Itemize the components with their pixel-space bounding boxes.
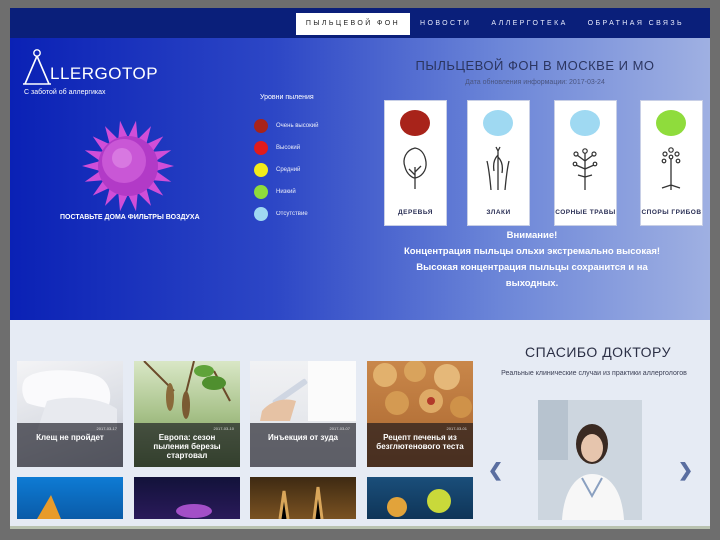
tree-icon	[403, 147, 427, 189]
mite-image	[37, 495, 61, 519]
legend-label: Очень высокий	[276, 123, 319, 129]
main-nav: ПЫЛЬЦЕВОЙ ФОН НОВОСТИ АЛЛЕРГОТЕКА ОБРАТН…	[295, 13, 694, 35]
legend-item: Очень высокий	[254, 115, 364, 137]
hero-section: ПЫЛЬЦЕВОЙ ФОН НОВОСТИ АЛЛЕРГОТЕКА ОБРАТН…	[10, 8, 710, 320]
air-filters-link[interactable]: ПОСТАВЬТЕ ДОМА ФИЛЬТРЫ ВОЗДУХА	[60, 214, 200, 221]
nav-item-feedback[interactable]: ОБРАТНАЯ СВЯЗЬ	[578, 13, 694, 35]
news-tile-date: 2017-03-07	[329, 426, 350, 431]
pollen-card-label: СПОРЫ ГРИБОВ	[641, 209, 702, 216]
alert-heading: Внимание!	[506, 230, 558, 241]
news-tile-date: 2017-03-01	[446, 426, 467, 431]
pollen-level-dot	[483, 110, 513, 136]
news-tile[interactable]: 2017-03-01 Рецепт печенья из безглютенов…	[367, 361, 473, 467]
logo-tagline: С заботой об аллергиках	[24, 89, 106, 96]
grass-icon	[486, 146, 510, 191]
cookies-image	[373, 361, 472, 418]
pollen-level-dot	[400, 110, 430, 136]
legend-item: Отсутствие	[254, 203, 364, 225]
news-tile[interactable]	[367, 477, 473, 519]
pollen-card-grass[interactable]: ЗЛАКИ	[467, 100, 530, 226]
news-tile-title: Рецепт печенья из безглютенового теста	[376, 433, 464, 451]
legend-item: Средний	[254, 159, 364, 181]
plant-image	[278, 486, 324, 519]
legend-dot	[254, 207, 268, 221]
pollen-forecast-title: ПЫЛЬЦЕВОЙ ФОН В МОСКВЕ И МО	[415, 58, 655, 73]
pollen-alert: Внимание! Концентрация пыльцы ольхи экст…	[372, 228, 692, 292]
pollen-level-dot	[570, 110, 600, 136]
logo-a-icon	[23, 49, 51, 85]
news-tile-title: Клещ не пройдет	[36, 433, 104, 442]
thanks-doctor-title: СПАСИБО ДОКТОРУ	[525, 344, 671, 360]
pollen-level-dot	[656, 110, 686, 136]
nav-item-allergoteka[interactable]: АЛЛЕРГОТЕКА	[481, 13, 577, 35]
legend-dot	[254, 119, 268, 133]
pollen-card-label: ЗЛАКИ	[486, 209, 511, 216]
bacteria-image	[176, 504, 212, 518]
pollen-card-label: СОРНЫЕ ТРАВЫ	[555, 209, 616, 216]
news-tile-date: 2017-03-10	[213, 426, 234, 431]
fungus-icon	[661, 147, 681, 190]
carousel-next-icon[interactable]: ❯	[678, 460, 693, 481]
alert-line: Высокая концентрация пыльцы сохранится и…	[416, 262, 648, 289]
site-logo[interactable]: LLERGOTOP С заботой об аллергиках	[22, 48, 202, 98]
legend-label: Низкий	[276, 189, 296, 195]
carousel-prev-icon[interactable]: ❮	[488, 460, 503, 481]
legend-dot	[254, 163, 268, 177]
logo-text: LLERGOTOP	[50, 64, 159, 83]
doctor-portrait-image	[538, 400, 642, 520]
legend-item: Высокий	[254, 137, 364, 159]
page-frame: ПЫЛЬЦЕВОЙ ФОН НОВОСТИ АЛЛЕРГОТЕКА ОБРАТН…	[10, 8, 710, 526]
news-tile-date: 2017-03-17	[96, 426, 117, 431]
nav-item-pollen[interactable]: ПЫЛЬЦЕВОЙ ФОН	[295, 13, 411, 35]
news-tile-caption: 2017-03-07 Инъекция от зуда	[250, 423, 356, 467]
legend-label: Отсутствие	[276, 211, 308, 217]
news-tile-title: Инъекция от зуда	[268, 433, 338, 442]
top-navigation-bar: ПЫЛЬЦЕВОЙ ФОН НОВОСТИ АЛЛЕРГОТЕКА ОБРАТН…	[10, 8, 710, 38]
news-tile[interactable]	[17, 477, 123, 519]
news-tile[interactable]: 2017-03-10 Европа: сезон пыления березы …	[134, 361, 240, 467]
news-tile[interactable]	[250, 477, 356, 519]
news-tile[interactable]: 2017-03-17 Клещ не пройдет	[17, 361, 123, 467]
weed-icon	[572, 148, 598, 190]
pollen-forecast-date: Дата обновления информации: 2017-03-24	[465, 79, 605, 86]
legend-dot	[254, 141, 268, 155]
pollen-level-legend: Уровни пыления Очень высокий Высокий Сре…	[254, 94, 364, 225]
news-tile-title: Европа: сезон пыления березы стартовал	[153, 433, 221, 460]
legend-label: Высокий	[276, 145, 301, 151]
legend-label: Средний	[276, 167, 301, 173]
cells-image	[387, 489, 451, 517]
pollen-card-label: ДЕРЕВЬЯ	[398, 209, 433, 216]
news-tile-caption: 2017-03-10 Европа: сезон пыления березы …	[134, 423, 240, 467]
news-tile[interactable]: 2017-03-07 Инъекция от зуда	[250, 361, 356, 467]
pollen-card-weeds[interactable]: СОРНЫЕ ТРАВЫ	[554, 100, 617, 226]
legend-dot	[254, 185, 268, 199]
pollen-card-trees[interactable]: ДЕРЕВЬЯ	[384, 100, 447, 226]
news-tile[interactable]	[134, 477, 240, 519]
news-tile-caption: 2017-03-17 Клещ не пройдет	[17, 423, 123, 467]
bottom-divider	[10, 526, 710, 529]
injection-image	[260, 361, 356, 421]
news-tile-caption: 2017-03-01 Рецепт печенья из безглютенов…	[367, 423, 473, 467]
alert-line: Концентрация пыльцы ольхи экстремально в…	[403, 246, 661, 257]
pollen-grain-image	[82, 120, 174, 212]
pillow-image	[22, 370, 117, 431]
thanks-doctor-subtitle: Реальные клинические случаи из практики …	[501, 370, 687, 377]
birch-catkins-image	[143, 361, 231, 419]
nav-item-news[interactable]: НОВОСТИ	[410, 13, 481, 35]
doctor-photo[interactable]	[538, 400, 642, 520]
pollen-card-fungi[interactable]: СПОРЫ ГРИБОВ	[640, 100, 703, 226]
pollen-cards: ДЕРЕВЬЯ ЗЛАКИ СОРНЫЕ ТРАВЫ СПОРЫ ГРИБОВ	[370, 100, 703, 226]
legend-title: Уровни пыления	[260, 94, 314, 101]
legend-item: Низкий	[254, 181, 364, 203]
